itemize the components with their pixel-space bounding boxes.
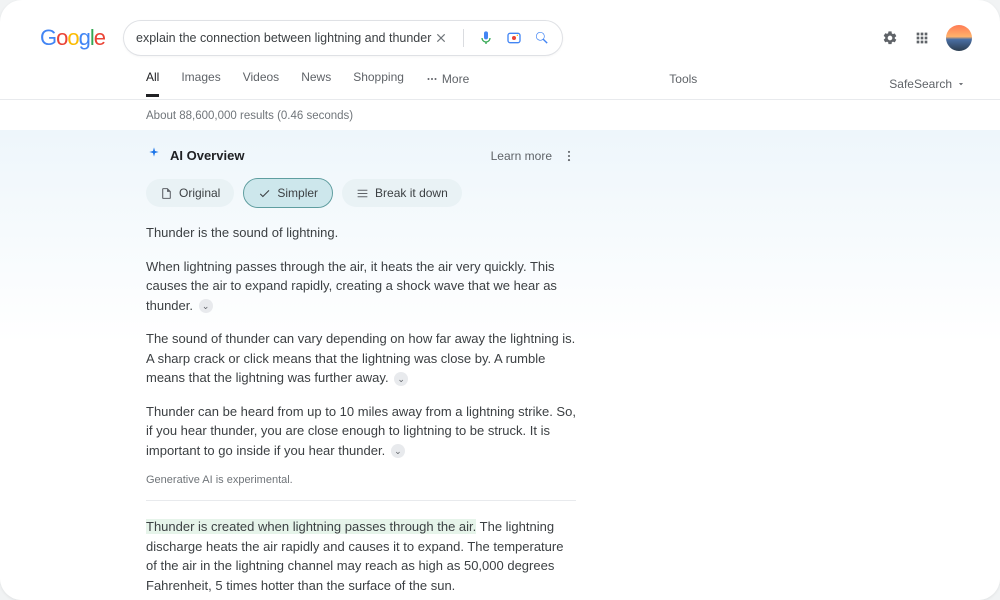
- ai-paragraph-2: When lightning passes through the air, i…: [146, 257, 576, 316]
- citation-toggle[interactable]: ⌄: [391, 444, 405, 458]
- tab-videos[interactable]: Videos: [243, 70, 279, 97]
- search-input[interactable]: [136, 31, 433, 45]
- chevron-down-icon: [956, 79, 966, 89]
- safesearch-dropdown[interactable]: SafeSearch: [889, 77, 966, 91]
- tab-all[interactable]: All: [146, 70, 159, 97]
- google-logo[interactable]: Google: [40, 25, 105, 51]
- ai-paragraph-3: The sound of thunder can vary depending …: [146, 329, 576, 388]
- chip-original[interactable]: Original: [146, 179, 234, 207]
- tools-button[interactable]: Tools: [669, 72, 697, 96]
- chip-simpler[interactable]: Simpler: [244, 179, 332, 207]
- search-icon[interactable]: [534, 30, 550, 46]
- chip-breakdown[interactable]: Break it down: [342, 179, 462, 207]
- clear-icon[interactable]: [433, 30, 449, 46]
- tab-news[interactable]: News: [301, 70, 331, 97]
- tab-shopping[interactable]: Shopping: [353, 70, 404, 97]
- result-stats: About 88,600,000 results (0.46 seconds): [0, 100, 1000, 130]
- kebab-icon[interactable]: [562, 149, 576, 163]
- citation-toggle[interactable]: ⌄: [394, 372, 408, 386]
- ai-disclaimer: Generative AI is experimental.: [146, 474, 576, 486]
- sparkle-icon: [146, 146, 162, 165]
- lens-icon[interactable]: [506, 30, 522, 46]
- result-snippet: Thunder is created when lightning passes…: [146, 517, 576, 595]
- divider: [146, 500, 576, 501]
- apps-icon[interactable]: [914, 30, 930, 46]
- search-bar[interactable]: [123, 20, 563, 56]
- more-icon: [426, 73, 438, 85]
- list-icon: [356, 187, 369, 200]
- learn-more-link[interactable]: Learn more: [491, 149, 552, 163]
- document-icon: [160, 187, 173, 200]
- citation-toggle[interactable]: ⌄: [199, 299, 213, 313]
- settings-icon[interactable]: [882, 30, 898, 46]
- ai-overview-title: AI Overview: [170, 148, 244, 163]
- tab-images[interactable]: Images: [181, 70, 220, 97]
- tab-more[interactable]: More: [426, 70, 469, 97]
- mic-icon[interactable]: [478, 30, 494, 46]
- ai-paragraph-1: Thunder is the sound of lightning.: [146, 223, 576, 243]
- check-icon: [258, 187, 271, 200]
- avatar[interactable]: [946, 25, 972, 51]
- ai-paragraph-4: Thunder can be heard from up to 10 miles…: [146, 402, 576, 461]
